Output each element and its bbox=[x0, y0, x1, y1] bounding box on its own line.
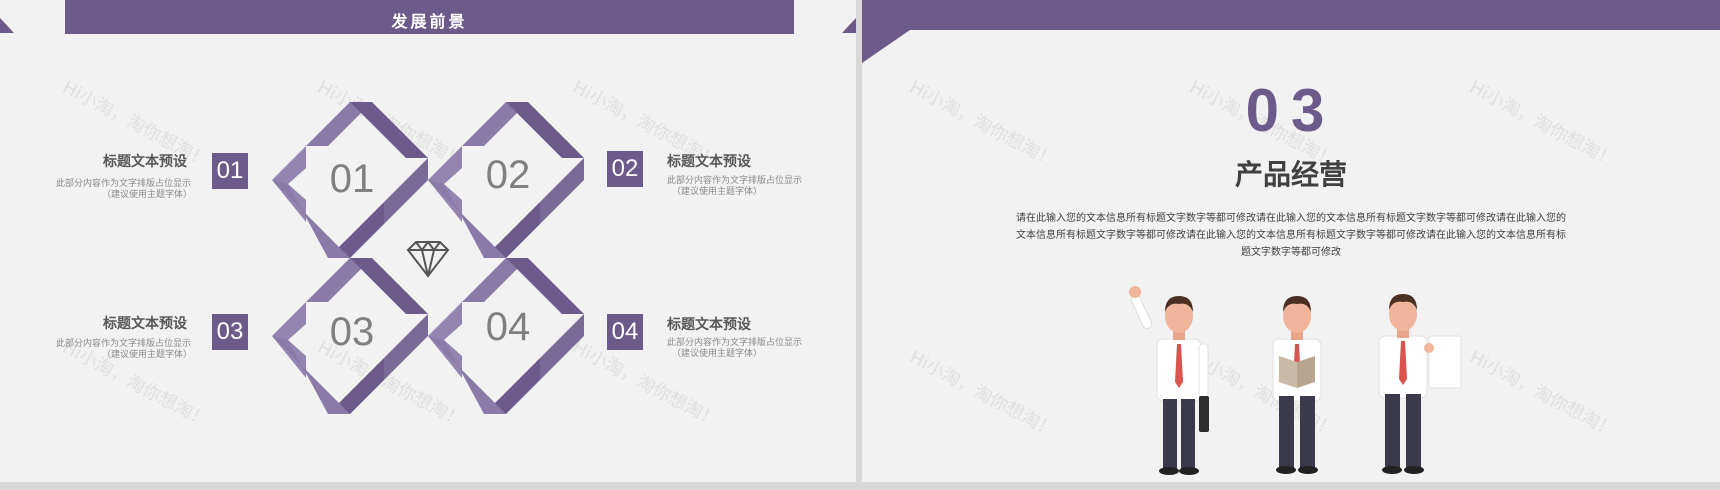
header-bar: 发展前景 bbox=[65, 0, 794, 34]
section-title: 产品经营 bbox=[1234, 158, 1347, 191]
item-title-03: 标题文本预设 bbox=[103, 316, 187, 332]
businessman-holding-board-figure bbox=[1378, 294, 1462, 474]
businessman-reading-figure bbox=[1272, 296, 1322, 474]
number-box-03: 03 bbox=[212, 314, 248, 350]
body-line: 文本信息所有标题文字数字等都可修改请在此输入您的文本信息所有标题文字数字等都可修… bbox=[1016, 230, 1566, 241]
item-title-04: 标题文本预设 bbox=[667, 317, 751, 333]
header-notch bbox=[862, 30, 910, 63]
header-corner-left bbox=[0, 18, 14, 33]
item-desc-02b: （建议使用主题字体） bbox=[672, 187, 763, 197]
section-number: 03 bbox=[1245, 77, 1337, 144]
body-text: 请在此输入您的文本信息所有标题文字数字等都可修改请在此输入您的文本信息所有标题文… bbox=[992, 210, 1590, 261]
item-desc-01b: （建议使用主题字体） bbox=[102, 190, 193, 200]
watermark: Hi小淘，淘你想淘！ bbox=[1465, 346, 1620, 442]
diamond-04: 04 bbox=[428, 258, 584, 414]
header-bar bbox=[862, 0, 1720, 30]
body-line: 请在此输入您的文本信息所有标题文字数字等都可修改请在此输入您的文本信息所有标题文… bbox=[1016, 213, 1566, 224]
ribbon-diamond-graphic: 01 02 03 04 bbox=[272, 102, 584, 414]
item-title-01: 标题文本预设 bbox=[103, 154, 187, 170]
number-box-04: 04 bbox=[607, 314, 643, 350]
diamond-02: 02 bbox=[428, 102, 584, 258]
item-desc-03b: （建议使用主题字体） bbox=[102, 350, 193, 360]
number-box-01: 01 bbox=[212, 153, 248, 189]
slide-product-operation[interactable]: Hi小淘，淘你想淘！ Hi小淘，淘你想淘！ Hi小淘，淘你想淘！ Hi小淘，淘你… bbox=[862, 0, 1720, 482]
item-title-02: 标题文本预设 bbox=[667, 154, 751, 170]
diamond-03: 03 bbox=[272, 258, 428, 414]
number-box-02: 02 bbox=[607, 151, 643, 187]
header-corner-right bbox=[842, 18, 856, 33]
watermark: Hi小淘，淘你想淘！ bbox=[905, 346, 1060, 442]
item-desc-04b: （建议使用主题字体） bbox=[672, 349, 763, 359]
diamond-number-01: 01 bbox=[330, 157, 375, 201]
diamond-icon bbox=[406, 240, 450, 278]
diamond-01: 01 bbox=[272, 102, 428, 258]
diamond-number-04: 04 bbox=[486, 305, 531, 349]
diamond-number-02: 02 bbox=[486, 153, 531, 197]
bottom-gap bbox=[0, 482, 1720, 490]
slide-development-prospects[interactable]: Hi小淘，淘你想淘！ Hi小淘，淘你想淘！ Hi小淘，淘你想淘！ Hi小淘，淘你… bbox=[0, 0, 856, 482]
businessman-waving-figure bbox=[1129, 286, 1209, 475]
body-line: 题文字数字等都可修改 bbox=[1241, 247, 1341, 258]
diamond-number-03: 03 bbox=[330, 310, 375, 354]
page-title: 发展前景 bbox=[391, 12, 468, 31]
